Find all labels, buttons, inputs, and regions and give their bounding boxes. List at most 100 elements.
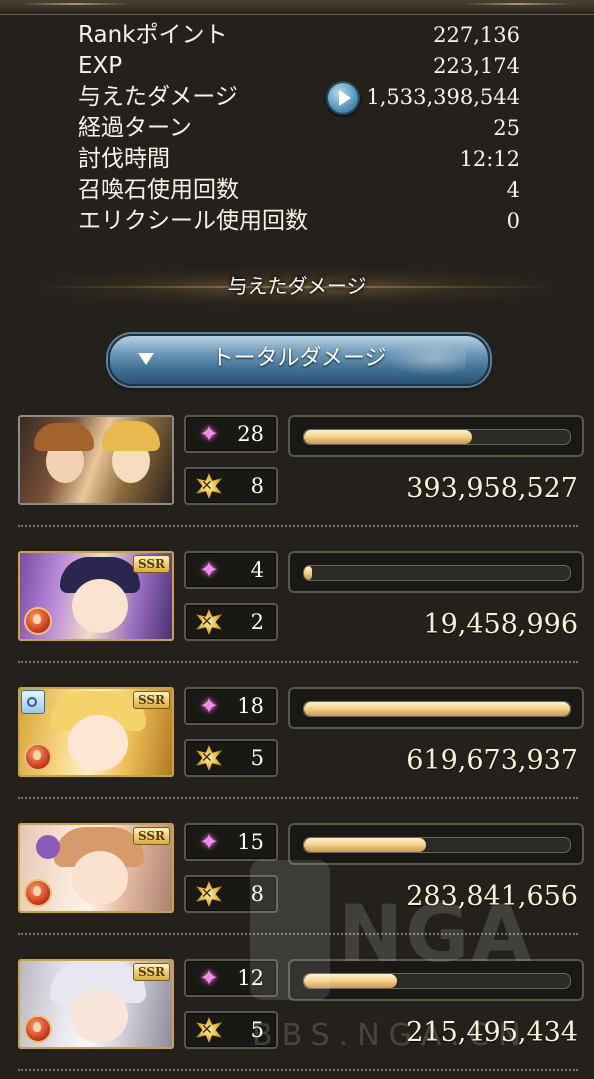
damage-bar	[288, 823, 584, 865]
damage-bar-fill	[304, 974, 398, 988]
damage-value: 19,458,996	[423, 609, 578, 640]
sparkle-icon: ✦	[198, 556, 220, 584]
stat-value: 12:12	[459, 147, 520, 171]
damage-bar-track	[303, 973, 571, 989]
damage-bar-track	[303, 837, 571, 853]
character-portrait[interactable]: SSR	[18, 551, 174, 641]
skill-count-box: ✕ 5	[184, 739, 278, 777]
damage-value: 393,958,527	[406, 473, 578, 504]
damage-bar-fill	[304, 566, 312, 580]
stat-row-summon-uses: 召喚石使用回数 4	[78, 175, 520, 206]
damage-bar-fill	[304, 702, 570, 716]
stat-label: EXP	[78, 53, 123, 79]
skill-count-box: ✕ 8	[184, 875, 278, 913]
skill-count: 2	[250, 610, 264, 634]
damage-bar-fill	[304, 430, 472, 444]
damage-bar-track	[303, 565, 571, 581]
ougi-count: 15	[237, 830, 264, 854]
section-header: 与えたダメージ	[40, 268, 554, 306]
stat-row-turns: 経過ターン 25	[78, 113, 520, 144]
damage-value: 215,495,434	[406, 1017, 578, 1048]
character-portrait[interactable]: SSR	[18, 959, 174, 1049]
stat-row-total-damage: 与えたダメージ 1,533,398,544	[78, 81, 520, 115]
ssr-badge: SSR	[132, 963, 170, 981]
sparkle-icon: ✦	[198, 964, 220, 992]
stat-label: 経過ターン	[78, 115, 192, 141]
stat-row-exp: EXP 223,174	[78, 51, 520, 82]
face	[72, 579, 128, 633]
stat-label: 討伐時間	[78, 146, 170, 172]
portrait-art	[20, 417, 172, 503]
character-row: ✦ 28 ✕ 8 393,958,527	[18, 415, 584, 535]
stat-label: Rankポイント	[78, 22, 228, 48]
skill-count-box: ✕ 8	[184, 467, 278, 505]
hair	[34, 423, 94, 451]
damage-value: 283,841,656	[406, 881, 578, 912]
hair	[102, 421, 160, 451]
ougi-count: 18	[237, 694, 264, 718]
skill-x-mark: ✕	[201, 886, 213, 902]
battle-result-stats: Rankポイント 227,136 EXP 223,174 与えたダメージ 1,5…	[78, 20, 520, 237]
ssr-badge: SSR	[132, 691, 170, 709]
damage-bar-fill	[304, 838, 427, 852]
face	[70, 989, 128, 1043]
sparkle-icon: ✦	[198, 420, 220, 448]
top-frame-border	[0, 0, 594, 15]
dropdown-label: トータルダメージ	[211, 346, 387, 371]
skill-x-mark: ✕	[201, 614, 213, 630]
ougi-count-box: ✦ 12	[184, 959, 278, 997]
skill-count: 5	[250, 1018, 264, 1042]
character-row: SSR ✦ 4 ✕ 2 19,458,996	[18, 551, 584, 671]
character-portrait[interactable]: SSR	[18, 687, 174, 777]
ougi-count: 12	[237, 966, 264, 990]
stat-value: 0	[506, 209, 520, 233]
character-row: SSR ✦ 15 ✕ 8 283,841,656	[18, 823, 584, 943]
stat-value: 227,136	[433, 23, 520, 47]
damage-bar	[288, 959, 584, 1001]
stat-value: 1,533,398,544	[366, 85, 520, 109]
skill-count: 8	[250, 882, 264, 906]
ssr-badge: SSR	[132, 555, 170, 573]
fire-element-icon	[24, 879, 52, 907]
ring-icon	[21, 690, 45, 714]
damage-bar-track	[303, 429, 571, 445]
fire-element-icon	[24, 743, 52, 771]
skill-x-mark: ✕	[201, 750, 213, 766]
damage-value: 619,673,937	[406, 745, 578, 776]
stat-value: 25	[493, 116, 520, 140]
ssr-badge: SSR	[132, 827, 170, 845]
face	[72, 851, 128, 905]
stat-row-rank-points: Rankポイント 227,136	[78, 20, 520, 51]
character-row: SSR ✦ 12 ✕ 5 215,495,434	[18, 959, 584, 1079]
damage-type-dropdown[interactable]: トータルダメージ	[108, 334, 490, 386]
fire-element-icon	[24, 1015, 52, 1043]
stat-row-elixir-uses: エリクシール使用回数 0	[78, 206, 520, 237]
skill-count-box: ✕ 2	[184, 603, 278, 641]
damage-bar	[288, 551, 584, 593]
stat-value: 223,174	[433, 54, 520, 78]
stat-label: 召喚石使用回数	[78, 177, 239, 203]
fire-element-icon	[24, 607, 52, 635]
skill-count-box: ✕ 5	[184, 1011, 278, 1049]
stat-row-time: 討伐時間 12:12	[78, 144, 520, 175]
skill-count: 5	[250, 746, 264, 770]
character-portrait[interactable]	[18, 415, 174, 505]
face	[68, 715, 128, 771]
character-portrait[interactable]: SSR	[18, 823, 174, 913]
character-row: SSR ✦ 18 ✕ 5 619,673,937	[18, 687, 584, 807]
stat-label: 与えたダメージ	[78, 84, 238, 110]
ougi-count-box: ✦ 15	[184, 823, 278, 861]
damage-bar-track	[303, 701, 571, 717]
ougi-count: 4	[250, 558, 264, 582]
skill-count: 8	[250, 474, 264, 498]
play-icon[interactable]	[326, 81, 360, 115]
skill-x-mark: ✕	[201, 1022, 213, 1038]
damage-bar	[288, 415, 584, 457]
ougi-count-box: ✦ 4	[184, 551, 278, 589]
ougi-count: 28	[237, 422, 264, 446]
section-title: 与えたダメージ	[227, 274, 367, 298]
ougi-count-box: ✦ 28	[184, 415, 278, 453]
stat-value: 4	[506, 178, 520, 202]
sparkle-icon: ✦	[198, 828, 220, 856]
sparkle-icon: ✦	[198, 692, 220, 720]
